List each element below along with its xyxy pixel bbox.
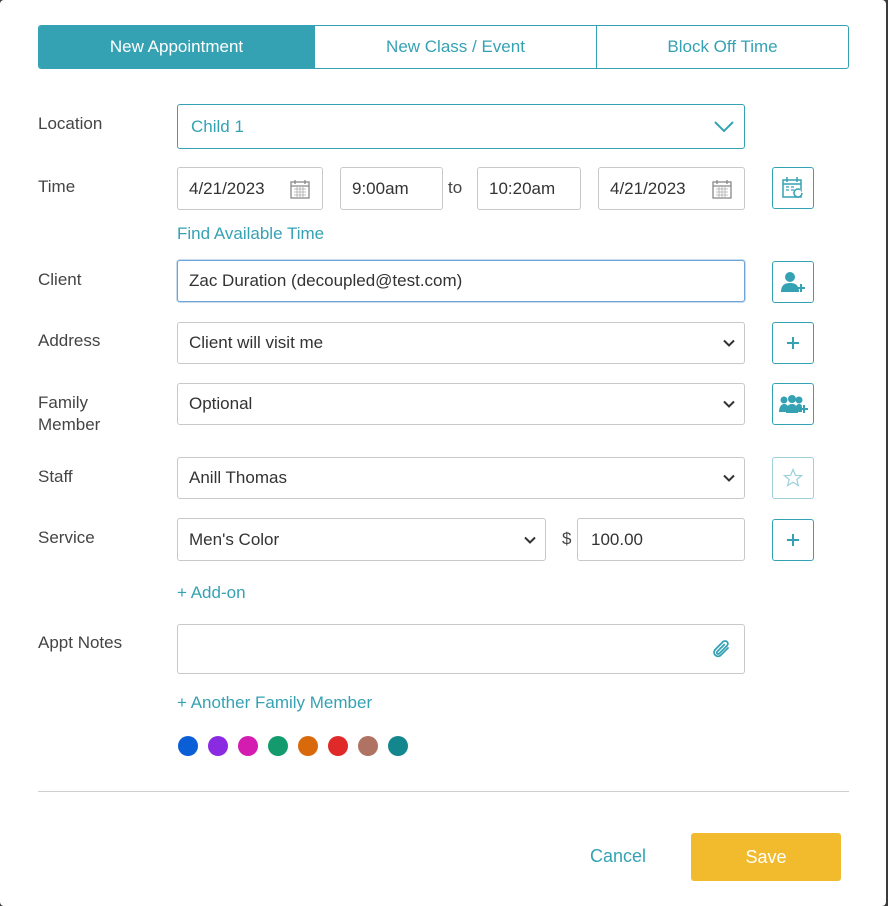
cancel-button[interactable]: Cancel: [590, 846, 646, 867]
client-label: Client: [38, 270, 82, 289]
footer-divider: [38, 791, 849, 792]
calendar-sync-button[interactable]: [772, 167, 814, 209]
family-member-label: Family Member: [38, 392, 100, 436]
service-value: Men's Color: [189, 529, 280, 549]
calendar-repeat-icon: [782, 177, 803, 198]
price-input[interactable]: 100.00: [577, 518, 745, 561]
calendar-icon: [712, 179, 732, 199]
location-label: Location: [38, 114, 103, 133]
client-value: Zac Duration (decoupled@test.com): [189, 271, 463, 290]
price-value: 100.00: [591, 529, 643, 549]
location-select[interactable]: Child 1: [177, 104, 745, 149]
add-service-button[interactable]: [772, 519, 814, 561]
start-date-input[interactable]: 4/21/2023: [177, 167, 323, 210]
another-family-member-link[interactable]: + Another Family Member: [177, 693, 372, 713]
favorite-staff-button[interactable]: [772, 457, 814, 499]
tab-new-appointment[interactable]: New Appointment: [39, 26, 315, 68]
color-swatch-5[interactable]: [298, 736, 318, 756]
plus-icon: [787, 337, 799, 349]
service-label: Service: [38, 528, 95, 547]
end-time-input[interactable]: 10:20am: [477, 167, 581, 210]
tab-block-off-time[interactable]: Block Off Time: [597, 26, 848, 68]
plus-icon: [787, 534, 799, 546]
color-swatch-8[interactable]: [388, 736, 408, 756]
family-member-select[interactable]: Optional: [177, 383, 745, 425]
calendar-icon: [290, 179, 310, 199]
chevron-down-icon: [714, 120, 734, 132]
family-member-label-line1: Family: [38, 393, 89, 412]
color-swatch-1[interactable]: [178, 736, 198, 756]
color-swatch-7[interactable]: [358, 736, 378, 756]
staff-value: Anill Thomas: [189, 468, 287, 487]
tab-new-class-event[interactable]: New Class / Event: [315, 26, 597, 68]
color-picker: [178, 736, 408, 756]
add-family-member-button[interactable]: [772, 383, 814, 425]
client-input[interactable]: Zac Duration (decoupled@test.com): [177, 260, 745, 302]
start-time-value: 9:00am: [352, 178, 409, 198]
service-select[interactable]: Men's Color: [177, 518, 546, 561]
color-swatch-3[interactable]: [238, 736, 258, 756]
address-label: Address: [38, 331, 101, 350]
appt-notes-label: Appt Notes: [38, 633, 123, 652]
add-client-button[interactable]: [772, 261, 814, 303]
appointment-modal: New Appointment New Class / Event Block …: [0, 0, 886, 906]
family-member-value: Optional: [189, 394, 253, 413]
time-label: Time: [38, 177, 76, 196]
appointment-type-tabs: New Appointment New Class / Event Block …: [38, 25, 849, 69]
staff-select[interactable]: Anill Thomas: [177, 457, 745, 499]
family-member-label-line2: Member: [38, 415, 101, 434]
end-date-input[interactable]: 4/21/2023: [598, 167, 745, 210]
address-value: Client will visit me: [189, 333, 324, 352]
color-swatch-6[interactable]: [328, 736, 348, 756]
add-on-link[interactable]: + Add-on: [177, 583, 246, 603]
chevron-down-icon: [524, 536, 536, 544]
staff-label: Staff: [38, 467, 73, 486]
save-button[interactable]: Save: [691, 833, 841, 881]
chevron-down-icon: [723, 400, 735, 408]
add-address-button[interactable]: [772, 322, 814, 364]
start-date-value: 4/21/2023: [189, 178, 265, 198]
location-value: Child 1: [191, 116, 244, 136]
color-swatch-2[interactable]: [208, 736, 228, 756]
paperclip-icon[interactable]: [710, 638, 734, 662]
chevron-down-icon: [723, 339, 735, 347]
time-to-label: to: [448, 178, 463, 197]
add-group-icon: [779, 395, 808, 413]
color-swatch-4[interactable]: [268, 736, 288, 756]
end-date-value: 4/21/2023: [610, 178, 686, 198]
add-user-icon: [781, 272, 805, 292]
address-select[interactable]: Client will visit me: [177, 322, 745, 364]
chevron-down-icon: [723, 474, 735, 482]
star-icon: [783, 468, 803, 487]
end-time-value: 10:20am: [489, 178, 556, 198]
find-available-time-link[interactable]: Find Available Time: [177, 224, 324, 244]
start-time-input[interactable]: 9:00am: [340, 167, 443, 210]
appt-notes-input[interactable]: [177, 624, 745, 674]
currency-symbol: $: [562, 529, 572, 548]
